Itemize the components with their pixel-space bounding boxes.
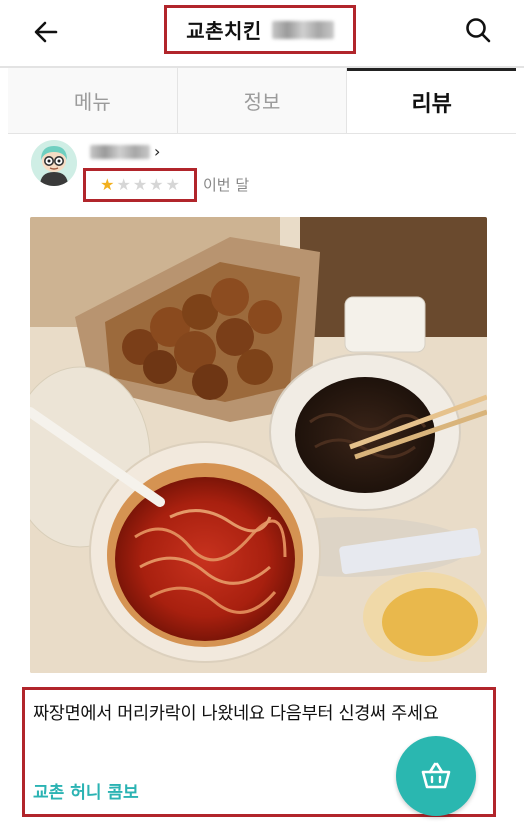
review-header: › ★ ★ ★ ★ ★ 이번 달 <box>0 136 524 208</box>
food-photo-illustration <box>30 217 487 673</box>
store-name: 교촌치킨 <box>186 19 262 43</box>
review-text: 짜장면에서 머리카락이 나왔네요 다음부터 신경써 주세요 <box>33 704 439 724</box>
star-rating: ★ ★ ★ ★ ★ <box>83 168 197 202</box>
search-button[interactable] <box>458 10 498 50</box>
blurred-reviewer-name <box>90 144 150 159</box>
review-photo[interactable] <box>30 217 487 673</box>
back-button[interactable] <box>26 12 66 52</box>
star-empty-icon: ★ <box>149 175 164 194</box>
cart-basket-icon <box>421 762 451 789</box>
star-empty-icon: ★ <box>132 175 148 194</box>
star-empty-icon: ★ <box>165 175 180 194</box>
reviewer-name-link[interactable]: › <box>90 142 160 161</box>
cart-button[interactable] <box>396 736 476 816</box>
tab-info[interactable]: 정보 <box>177 68 348 133</box>
avatar-character-icon <box>31 140 77 186</box>
tab-menu[interactable]: 메뉴 <box>8 68 178 133</box>
app-header: 교촌치킨 <box>0 0 524 68</box>
star-empty-icon: ★ <box>116 175 131 194</box>
store-tabs: 메뉴 정보 리뷰 <box>8 68 517 134</box>
search-icon <box>466 18 491 43</box>
blurred-branch-name <box>271 20 334 39</box>
star-filled-icon: ★ <box>100 175 115 194</box>
back-arrow-icon <box>34 21 58 43</box>
store-title: 교촌치킨 <box>164 5 356 54</box>
review-date: 이번 달 <box>203 176 250 194</box>
avatar[interactable] <box>31 140 77 186</box>
chevron-right-icon: › <box>154 142 161 161</box>
tab-reviews[interactable]: 리뷰 <box>347 68 517 133</box>
ordered-menu-tag[interactable]: 교촌 허니 콤보 <box>33 778 139 803</box>
